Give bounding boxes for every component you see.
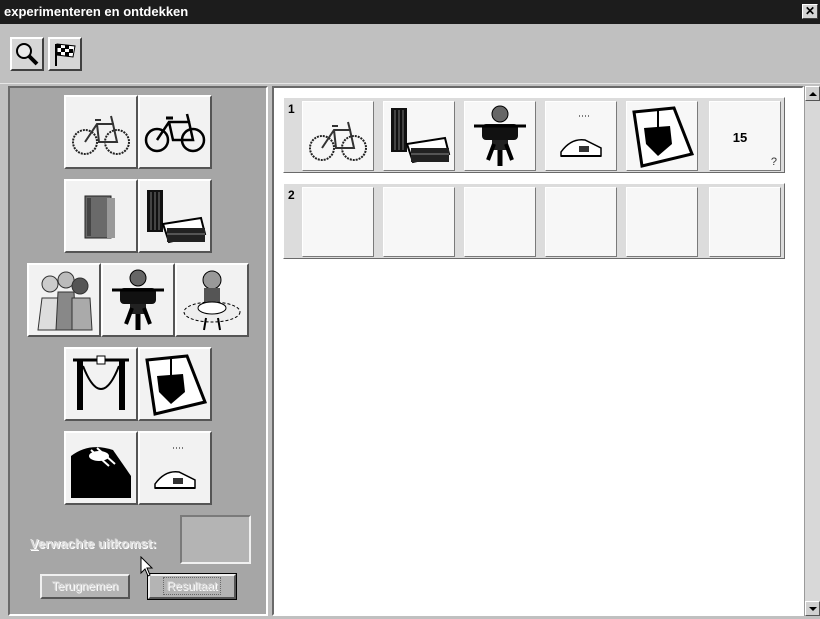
tile-bicycle-1[interactable] [64,95,138,169]
boat-icon [145,354,207,416]
people-group-icon [37,271,93,331]
undo-button[interactable]: Terugnemen [40,574,130,599]
slot-3[interactable] [464,101,536,171]
result-value: 15 [732,130,748,145]
bicycle-icon [309,121,367,161]
slot-5[interactable] [626,101,698,171]
arrow-up-icon [809,92,817,96]
tile-large-shoe[interactable] [64,431,138,505]
tile-bicycle-2[interactable] [138,95,212,169]
arrow-down-icon [809,607,817,611]
row-number: 1 [288,102,295,116]
slot-3[interactable] [464,187,536,257]
tile-book[interactable] [64,179,138,253]
books-stack-icon [391,108,451,164]
row-number: 2 [288,188,295,202]
expected-label-accesskey: V [30,536,38,551]
slot-4[interactable] [545,187,617,257]
coat-hanger-icon [73,355,129,410]
slot-1[interactable] [302,101,374,171]
tile-child-tutu[interactable] [175,263,249,337]
expected-label-text: erwachte uitkomst: [37,536,157,551]
expected-outcome-label: Verwachte uitkomst: [30,536,156,551]
slot-2[interactable] [383,187,455,257]
close-icon: ✕ [804,4,816,18]
zoom-button[interactable] [10,37,44,71]
result-slot[interactable] [709,187,781,257]
tile-cyclist[interactable] [101,263,175,337]
scroll-down-button[interactable] [805,601,820,616]
result-button-label: Resultaat [162,577,222,595]
expected-outcome-input[interactable] [180,515,251,564]
bicycle-icon [144,113,206,153]
small-shoe-icon [154,447,196,489]
result-row: 1 15 ? [283,97,785,173]
bicycle-icon [72,115,130,155]
close-button[interactable]: ✕ [802,4,818,19]
boat-icon [632,106,695,168]
tile-books-stack[interactable] [138,179,212,253]
result-row: 2 [283,183,785,259]
finish-button[interactable] [48,37,82,71]
result-slot[interactable]: 15 ? [709,101,781,171]
title-bar: experimenteren en ontdekken ✕ [0,0,820,24]
slot-2[interactable] [383,101,455,171]
tile-boat[interactable] [138,347,212,421]
book-icon [84,195,115,239]
cyclist-icon [474,105,526,166]
slot-4[interactable] [545,101,617,171]
tile-small-shoe[interactable] [138,431,212,505]
tile-people-group[interactable] [27,263,101,337]
tile-coat-hanger[interactable] [64,347,138,421]
results-area: 1 15 ? 2 [272,86,804,616]
result-button[interactable]: Resultaat [147,573,237,600]
scroll-up-button[interactable] [805,86,820,101]
undo-button-label: Terugnemen [51,579,119,593]
magnifier-icon [16,43,39,66]
mouse-cursor-icon [140,556,154,577]
slot-1[interactable] [302,187,374,257]
books-stack-icon [147,190,207,244]
toolbar [0,24,820,84]
cyclist-icon [112,269,164,330]
small-shoe-icon [560,115,602,157]
result-question-mark: ? [770,156,777,168]
picture-palette: Verwachte uitkomst: Terugnemen Resultaat [8,86,268,616]
vertical-scrollbar[interactable] [804,86,820,616]
checkered-flag-icon [55,43,76,66]
large-shoe-icon [71,447,131,498]
slot-5[interactable] [626,187,698,257]
child-in-tutu-icon [183,270,241,331]
window-title: experimenteren en ontdekken [4,4,189,19]
